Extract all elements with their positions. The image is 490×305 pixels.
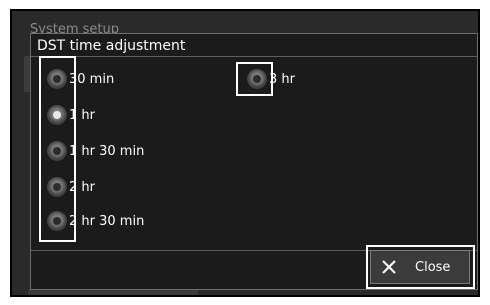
dialog-title: DST time adjustment: [37, 38, 186, 54]
option-label: 2 hr: [69, 179, 95, 195]
radio-icon[interactable]: [46, 210, 68, 232]
option-label: 1 hr: [69, 107, 95, 123]
option-1-hr[interactable]: 1 hr: [46, 101, 95, 129]
title-divider: [31, 56, 477, 57]
option-label: 1 hr 30 min: [69, 143, 145, 159]
option-2-hr-30-min[interactable]: 2 hr 30 min: [46, 207, 144, 235]
option-label: 2 hr 30 min: [69, 213, 145, 229]
radio-icon[interactable]: [46, 104, 68, 126]
background-strip: [28, 290, 198, 295]
radio-icon[interactable]: [246, 68, 268, 90]
radio-icon[interactable]: [46, 176, 68, 198]
close-button[interactable]: Close: [370, 250, 470, 284]
close-icon: [380, 258, 398, 276]
option-label: 3 hr: [269, 71, 295, 87]
close-label: Close: [415, 259, 451, 275]
option-label: 30 min: [69, 71, 115, 87]
radio-icon[interactable]: [46, 68, 68, 90]
option-30-min[interactable]: 30 min: [46, 65, 114, 93]
radio-icon[interactable]: [46, 140, 68, 162]
option-2-hr[interactable]: 2 hr: [46, 173, 95, 201]
option-1-hr-30-min[interactable]: 1 hr 30 min: [46, 137, 144, 165]
option-3-hr[interactable]: 3 hr: [246, 65, 295, 93]
